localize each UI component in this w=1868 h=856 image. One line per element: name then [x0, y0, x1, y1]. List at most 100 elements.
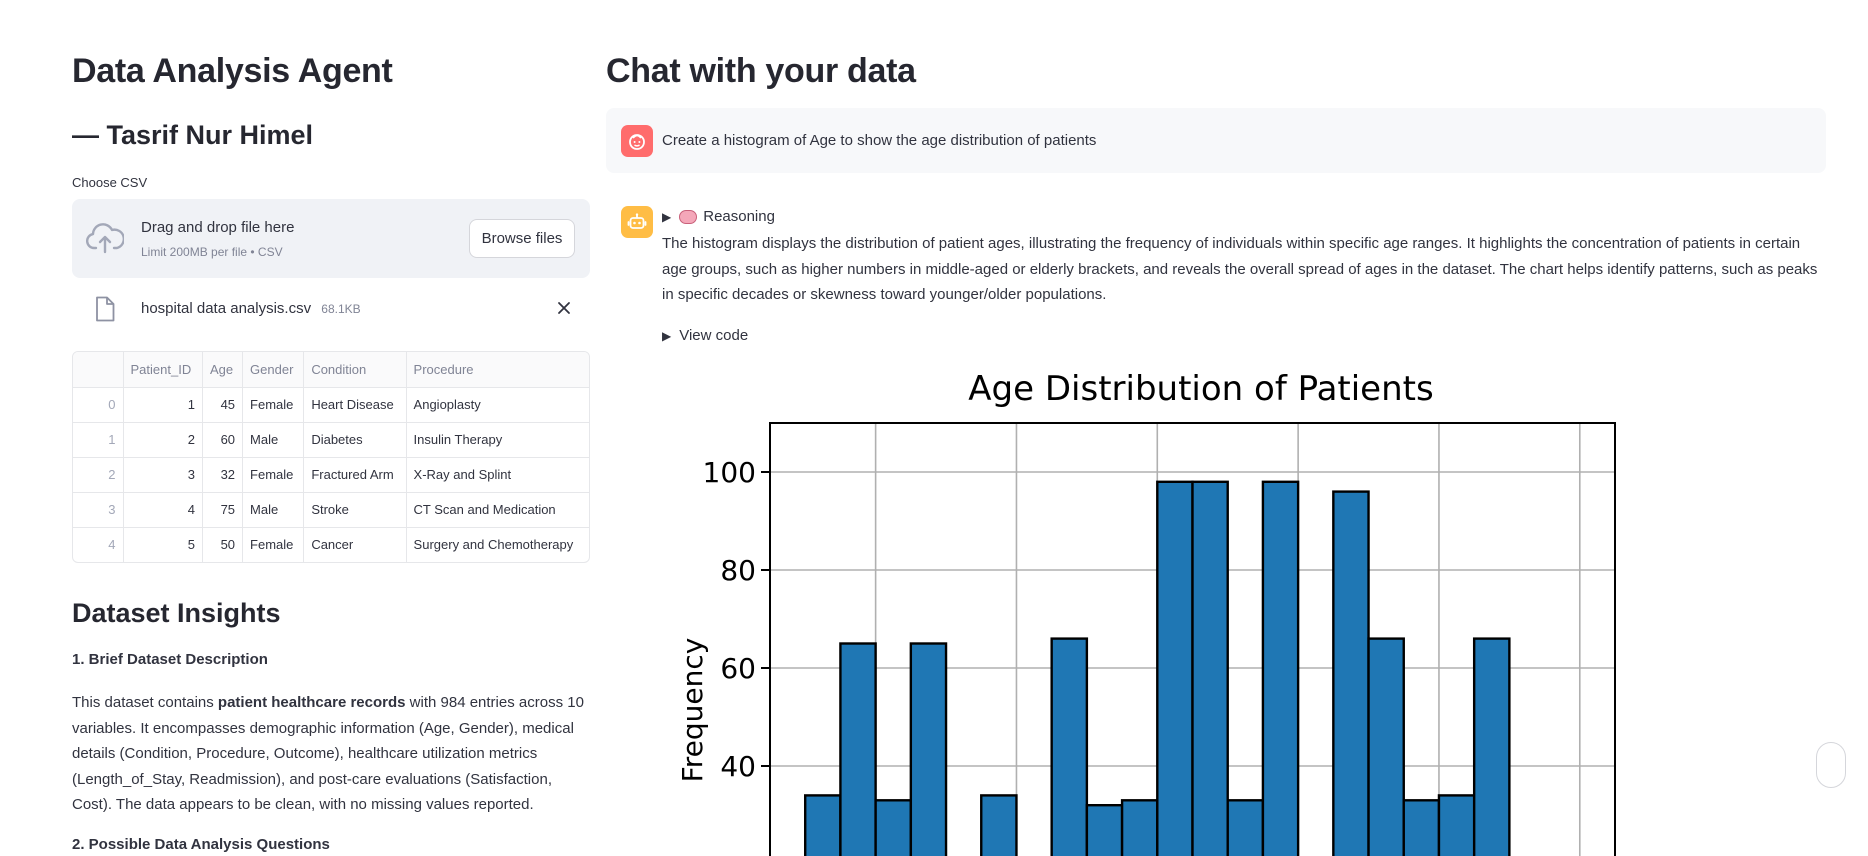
assistant-avatar [621, 206, 653, 238]
column-header[interactable]: Gender [242, 352, 305, 388]
file-icon [96, 296, 115, 322]
dataframe-preview[interactable]: Patient_ID Age Gender Condition Procedur… [72, 351, 590, 563]
uploaded-file-item: hospital data analysis.csv 68.1KB [72, 292, 590, 326]
histogram-bar [1402, 799, 1441, 856]
table-header-row: Patient_ID Age Gender Condition Procedur… [73, 352, 589, 388]
column-header[interactable]: Patient_ID [123, 352, 203, 388]
expand-triangle-icon: ▶ [662, 209, 672, 224]
row-index: 4 [73, 527, 124, 562]
chart-title: Age Distribution of Patients [968, 369, 1433, 409]
table-cell[interactable]: Heart Disease [303, 387, 407, 423]
histogram-bar [1472, 637, 1511, 856]
histogram-bar [1437, 794, 1476, 856]
table-cell[interactable]: Cancer [303, 527, 407, 562]
histogram-bar [1332, 490, 1370, 856]
table-cell[interactable]: 75 [202, 492, 244, 528]
cloud-upload-icon [86, 223, 124, 254]
table-cell[interactable]: Female [242, 387, 305, 423]
table-row: 4 5 50 Female Cancer Surgery and Chemoth… [73, 527, 589, 562]
table-cell[interactable]: Stroke [303, 492, 407, 528]
table-cell[interactable]: Diabetes [303, 422, 407, 458]
reasoning-expander[interactable]: ▶ Reasoning [662, 208, 775, 225]
table-cell[interactable]: 3 [123, 457, 203, 493]
table-cell[interactable]: Male [242, 422, 305, 458]
table-cell[interactable]: Insulin Therapy [406, 422, 589, 458]
histogram-bar [804, 794, 842, 856]
table-cell[interactable]: 2 [123, 422, 203, 458]
table-row: 1 2 60 Male Diabetes Insulin Therapy [73, 422, 589, 458]
table-cell[interactable]: 45 [202, 387, 244, 423]
file-dropzone[interactable]: Drag and drop file here Limit 200MB per … [72, 199, 590, 278]
table-cell[interactable]: Male [242, 492, 305, 528]
row-index: 2 [73, 457, 124, 493]
y-tick-label: 40 [720, 750, 756, 783]
table-cell[interactable]: 50 [202, 527, 244, 562]
uploaded-file-name: hospital data analysis.csv 68.1KB [141, 300, 361, 317]
histogram-bar [1120, 799, 1159, 856]
table-row: 2 3 32 Female Fractured Arm X-Ray and Sp… [73, 457, 589, 493]
reasoning-label: Reasoning [703, 208, 775, 225]
app-title: Data Analysis Agent [72, 52, 393, 90]
insights-text: This dataset contains [72, 694, 218, 711]
insights-text: with 984 entries across 10 variables. It… [72, 694, 584, 813]
expand-triangle-icon: ▶ [662, 328, 672, 343]
histogram-bar [1261, 480, 1300, 856]
author-heading: — Tasrif Nur Himel [72, 120, 314, 150]
view-code-expander[interactable]: ▶ View code [662, 327, 748, 344]
close-icon[interactable] [554, 298, 574, 318]
dropzone-title: Drag and drop file here [141, 219, 295, 236]
user-avatar [621, 125, 653, 157]
insights-section-title: 2. Possible Data Analysis Questions [72, 836, 330, 853]
insights-heading: Dataset Insights [72, 598, 281, 628]
histogram-bar [1191, 480, 1229, 856]
column-header[interactable] [73, 352, 124, 388]
histogram-bar [980, 794, 1018, 856]
assistant-summary-text: The histogram displays the distribution … [662, 235, 1818, 303]
histogram-bar [1085, 804, 1124, 856]
y-tick-label: 80 [720, 554, 756, 587]
histogram-bar [1156, 480, 1194, 856]
table-cell[interactable]: Angioplasty [406, 387, 589, 423]
histogram-bar [1226, 799, 1265, 856]
table-row: 0 1 45 Female Heart Disease Angioplasty [73, 387, 589, 423]
row-index: 3 [73, 492, 124, 528]
user-message-text: Create a histogram of Age to show the ag… [662, 132, 1097, 149]
y-axis-ticks: 40 60 80 100 [703, 456, 770, 783]
column-header[interactable]: Condition [303, 352, 407, 388]
column-header[interactable]: Age [202, 352, 244, 388]
dropzone-limit-text: Limit 200MB per file • CSV [141, 245, 283, 259]
user-chat-message: Create a histogram of Age to show the ag… [606, 108, 1826, 173]
table-cell[interactable]: X-Ray and Splint [406, 457, 589, 493]
age-histogram-chart: Age Distribution of Patients Frequency 4… [676, 369, 1616, 856]
insights-paragraph: This dataset contains patient healthcare… [72, 690, 590, 818]
table-cell[interactable]: Female [242, 457, 305, 493]
table-cell[interactable]: CT Scan and Medication [406, 492, 589, 528]
table-cell[interactable]: Female [242, 527, 305, 562]
user-face-icon [629, 134, 645, 150]
table-cell[interactable]: Fractured Arm [303, 457, 407, 493]
histogram-bar [839, 642, 877, 856]
file-name-text: hospital data analysis.csv [141, 300, 312, 317]
table-cell[interactable]: 1 [123, 387, 203, 423]
table-cell[interactable]: 60 [202, 422, 244, 458]
file-uploader-label: Choose CSV [72, 175, 148, 190]
table-cell[interactable]: 5 [123, 527, 203, 562]
row-index: 1 [73, 422, 124, 458]
table-cell[interactable]: Surgery and Chemotherapy [406, 527, 589, 562]
table-cell[interactable]: 4 [123, 492, 203, 528]
y-tick-label: 60 [720, 652, 756, 685]
histogram-bar [1050, 637, 1089, 856]
column-header[interactable]: Procedure [406, 352, 589, 388]
histogram-bars [804, 480, 1511, 856]
insights-bold-text: patient healthcare records [217, 694, 406, 711]
chat-panel: Chat with your data Create a histogram o… [606, 0, 1846, 856]
y-tick-label: 100 [703, 456, 756, 489]
chat-title: Chat with your data [606, 52, 916, 90]
browse-files-button[interactable]: Browse files [469, 219, 575, 258]
scroll-handle[interactable] [1816, 742, 1846, 788]
insights-section-title: 1. Brief Dataset Description [72, 651, 268, 668]
brain-icon [679, 209, 698, 224]
table-row: 3 4 75 Male Stroke CT Scan and Medicatio… [73, 492, 589, 528]
sidebar-panel: Data Analysis Agent — Tasrif Nur Himel C… [72, 0, 590, 856]
table-cell[interactable]: 32 [202, 457, 244, 493]
